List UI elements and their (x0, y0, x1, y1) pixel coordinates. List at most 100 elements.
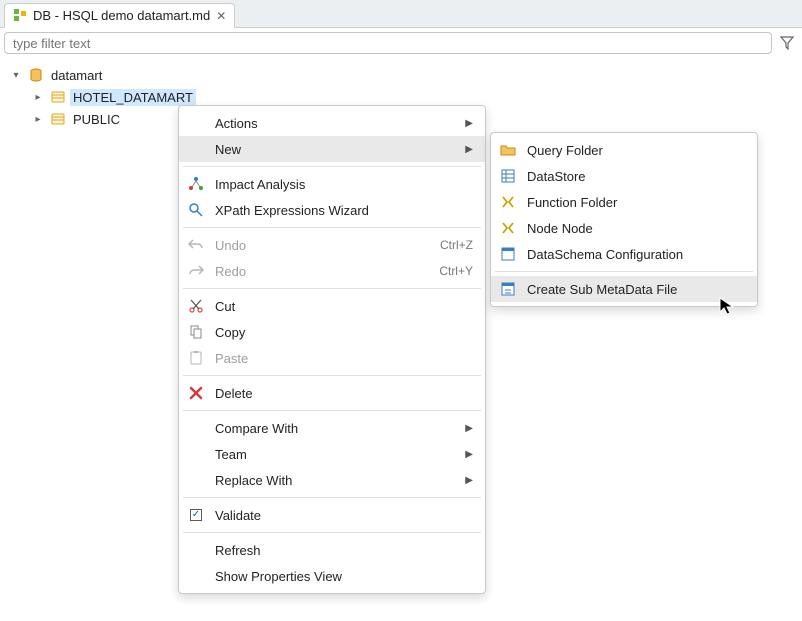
menu-item-label: Cut (215, 299, 473, 314)
blank-icon (187, 114, 205, 132)
cut-icon (187, 297, 205, 315)
filter-row (0, 28, 802, 58)
new-dataschema-configuration[interactable]: DataSchema Configuration (491, 241, 757, 267)
schema-icon (50, 111, 66, 127)
blank-icon (187, 419, 205, 437)
chevron-right-icon: ▶ (465, 475, 473, 486)
tree-item-label: PUBLIC (70, 111, 123, 128)
ctx-copy[interactable]: Copy (179, 319, 485, 345)
menu-item-label: Team (215, 447, 455, 462)
filter-input[interactable] (4, 32, 772, 54)
menu-item-label: DataStore (527, 169, 745, 184)
ctx-delete[interactable]: Delete (179, 380, 485, 406)
menu-item-label: Impact Analysis (215, 177, 473, 192)
funcfolder-icon (499, 193, 517, 211)
datastore-icon (499, 167, 517, 185)
copy-icon (187, 323, 205, 341)
ctx-paste: Paste (179, 345, 485, 371)
db-icon (28, 67, 44, 83)
ctx-cut[interactable]: Cut (179, 293, 485, 319)
blank-icon (187, 471, 205, 489)
editor-tab-title: DB - HSQL demo datamart.md (33, 8, 210, 23)
blank-icon (187, 140, 205, 158)
menu-separator (183, 497, 481, 498)
menu-item-label: Validate (215, 508, 473, 523)
blank-icon (187, 541, 205, 559)
context-menu: Actions ▶ New ▶ Impact Analysis XPath Express… (178, 105, 486, 594)
redo-icon (187, 262, 205, 280)
chevron-right-icon: ▶ (465, 118, 473, 129)
tree-item-label: HOTEL_DATAMART (70, 89, 196, 106)
new-datastore[interactable]: DataStore (491, 163, 757, 189)
new-query-folder[interactable]: Query Folder (491, 137, 757, 163)
menu-separator (183, 288, 481, 289)
menu-separator (183, 532, 481, 533)
menu-item-label: Show Properties View (215, 569, 473, 584)
tab-bar: DB - HSQL demo datamart.md ✕ (0, 0, 802, 28)
ctx-validate[interactable]: ✓ Validate (179, 502, 485, 528)
menu-item-label: Node Node (527, 221, 745, 236)
ctx-replace-with[interactable]: Replace With ▶ (179, 467, 485, 493)
editor-tab[interactable]: DB - HSQL demo datamart.md ✕ (4, 3, 235, 28)
menu-separator (183, 166, 481, 167)
menu-item-label: Function Folder (527, 195, 745, 210)
menu-item-label: Refresh (215, 543, 473, 558)
menu-item-label: Delete (215, 386, 473, 401)
search-icon (187, 201, 205, 219)
ctx-compare-with[interactable]: Compare With ▶ (179, 415, 485, 441)
menu-item-label: Create Sub MetaData File (527, 282, 745, 297)
close-icon[interactable]: ✕ (216, 9, 226, 23)
undo-icon (187, 236, 205, 254)
menu-item-label: Undo (215, 238, 430, 253)
config-icon (499, 245, 517, 263)
ctx-show-properties-view[interactable]: Show Properties View (179, 563, 485, 589)
tree-root-row[interactable]: ▾ datamart (8, 64, 802, 86)
ctx-redo: Redo Ctrl+Y (179, 258, 485, 284)
new-create-sub-metadata-file[interactable]: Create Sub MetaData File (491, 276, 757, 302)
menu-item-label: DataSchema Configuration (527, 247, 745, 262)
menu-item-label: XPath Expressions Wizard (215, 203, 473, 218)
node-icon (499, 219, 517, 237)
blank-icon (187, 567, 205, 585)
new-node-node[interactable]: Node Node (491, 215, 757, 241)
new-function-folder[interactable]: Function Folder (491, 189, 757, 215)
chevron-right-icon[interactable]: ▸ (30, 89, 46, 105)
menu-item-label: Redo (215, 264, 429, 279)
menu-item-shortcut: Ctrl+Y (439, 264, 473, 278)
chevron-right-icon: ▶ (465, 144, 473, 155)
ctx-team[interactable]: Team ▶ (179, 441, 485, 467)
chevron-down-icon[interactable]: ▾ (8, 67, 24, 83)
impact-icon (187, 175, 205, 193)
menu-separator (183, 227, 481, 228)
ctx-undo: Undo Ctrl+Z (179, 232, 485, 258)
menu-item-shortcut: Ctrl+Z (440, 238, 473, 252)
menu-separator (183, 410, 481, 411)
menu-item-label: Replace With (215, 473, 455, 488)
database-icon (13, 9, 27, 23)
ctx-impact-analysis[interactable]: Impact Analysis (179, 171, 485, 197)
paste-icon (187, 349, 205, 367)
menu-item-label: Compare With (215, 421, 455, 436)
ctx-xpath-expressions-wizard[interactable]: XPath Expressions Wizard (179, 197, 485, 223)
menu-item-label: Paste (215, 351, 473, 366)
metafile-icon (499, 280, 517, 298)
ctx-new[interactable]: New ▶ (179, 136, 485, 162)
chevron-right-icon: ▶ (465, 423, 473, 434)
chevron-right-icon[interactable]: ▸ (30, 111, 46, 127)
filter-funnel-icon[interactable] (776, 32, 798, 54)
tree-root-label: datamart (48, 67, 105, 84)
menu-separator (183, 375, 481, 376)
folder-icon (499, 141, 517, 159)
ctx-refresh[interactable]: Refresh (179, 537, 485, 563)
ctx-actions[interactable]: Actions ▶ (179, 110, 485, 136)
schema-icon (50, 89, 66, 105)
menu-item-label: New (215, 142, 455, 157)
menu-item-label: Query Folder (527, 143, 745, 158)
menu-item-label: Actions (215, 116, 455, 131)
delete-icon (187, 384, 205, 402)
blank-icon (187, 445, 205, 463)
checkbox-icon: ✓ (187, 506, 205, 524)
context-submenu-new: Query Folder DataStore Function Folder Node… (490, 132, 758, 307)
menu-item-label: Copy (215, 325, 473, 340)
chevron-right-icon: ▶ (465, 449, 473, 460)
